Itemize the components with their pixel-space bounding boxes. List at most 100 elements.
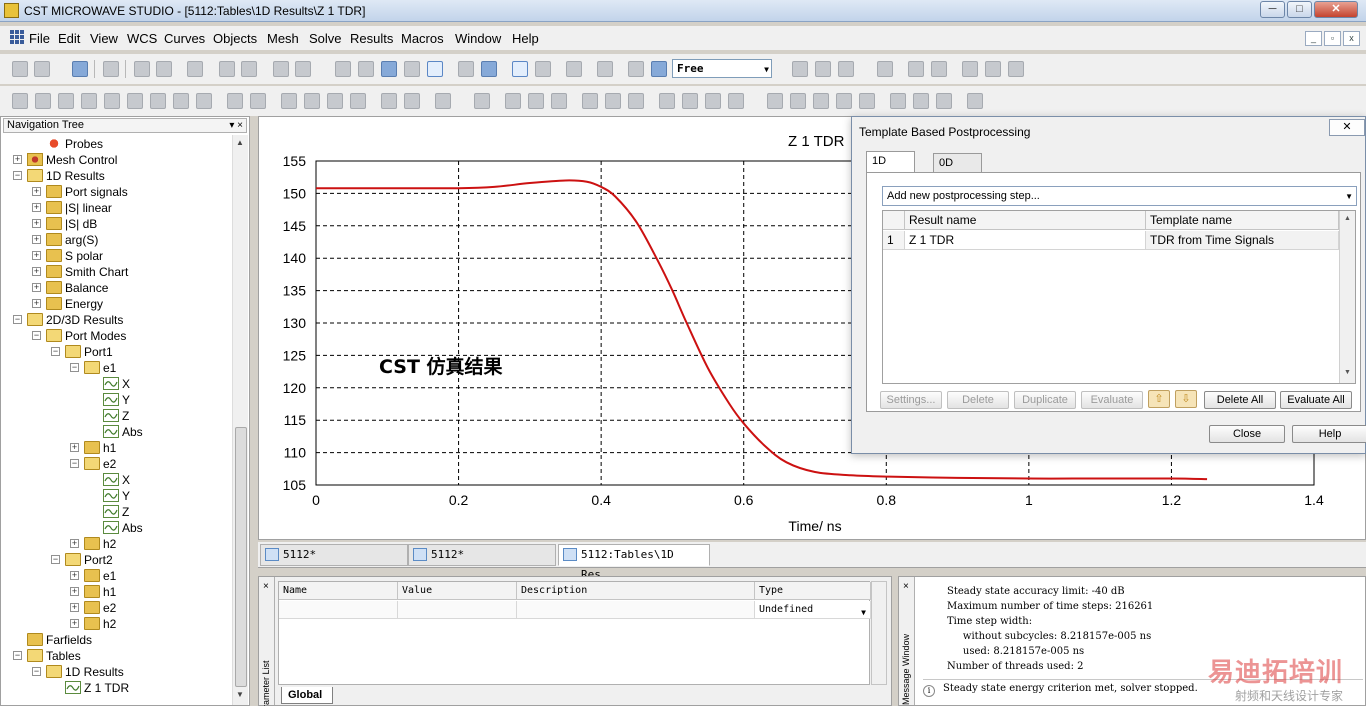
grid-scrollbar[interactable]: ▲ ▼ <box>1339 211 1355 383</box>
solver-icon[interactable] <box>659 93 675 109</box>
boolean-subtract-icon[interactable] <box>815 61 831 77</box>
scroll-up-icon[interactable]: ▲ <box>236 138 244 147</box>
param-type-cell[interactable]: Undefined ▼ <box>755 601 871 619</box>
scroll-down-icon[interactable]: ▼ <box>236 690 244 699</box>
expand-icon[interactable]: + <box>70 603 79 612</box>
confirm-icon[interactable] <box>241 61 257 77</box>
expand-icon[interactable]: + <box>32 187 41 196</box>
column-description[interactable]: Description <box>517 582 755 600</box>
mdi-minimize-button[interactable]: _ <box>1305 31 1322 46</box>
port-icon[interactable] <box>474 93 490 109</box>
background-icon[interactable] <box>551 93 567 109</box>
solver-frequency-icon[interactable] <box>682 93 698 109</box>
tab-structure[interactable]: 5112* <box>260 544 408 566</box>
menu-macros[interactable]: Macros <box>401 31 444 46</box>
cylinder-icon[interactable] <box>58 93 74 109</box>
tab-1d-results[interactable]: 1D Results <box>866 151 915 185</box>
menu-objects[interactable]: Objects <box>213 31 257 46</box>
import-icon[interactable] <box>295 61 311 77</box>
column-type[interactable]: Type <box>755 582 871 600</box>
info-icon[interactable] <box>134 61 150 77</box>
brick-shape-icon[interactable] <box>12 93 28 109</box>
align-icon[interactable] <box>931 61 947 77</box>
insert-icon[interactable] <box>350 93 366 109</box>
field-monitor-icon[interactable] <box>628 93 644 109</box>
collapse-icon[interactable]: − <box>51 555 60 564</box>
mdi-close-button[interactable]: x <box>1343 31 1360 46</box>
pan-icon[interactable] <box>381 61 397 77</box>
properties-icon[interactable] <box>187 61 203 77</box>
print-icon[interactable] <box>103 61 119 77</box>
discrete-port-icon[interactable] <box>582 93 598 109</box>
view-shape-icon[interactable] <box>335 61 351 77</box>
bond-wire-icon[interactable] <box>227 93 243 109</box>
maximize-button[interactable]: □ <box>1287 1 1312 18</box>
delete-all-button[interactable]: Delete All <box>1204 391 1276 409</box>
elliptic-cylinder-icon[interactable] <box>127 93 143 109</box>
navigation-scrollbar[interactable]: ▲ ▼ <box>232 135 248 705</box>
move-up-button[interactable]: ⇧ <box>1148 390 1170 408</box>
cube-icon[interactable] <box>566 61 582 77</box>
param-description-cell[interactable] <box>517 601 755 619</box>
extrude-shape-icon[interactable] <box>150 93 166 109</box>
symmetry-icon[interactable] <box>528 93 544 109</box>
expand-icon[interactable]: + <box>32 219 41 228</box>
close-icon[interactable]: × <box>903 581 909 592</box>
collapse-icon[interactable]: − <box>13 315 22 324</box>
boolean-intersect-icon[interactable] <box>838 61 854 77</box>
zoom-icon[interactable] <box>404 61 420 77</box>
expand-icon[interactable]: + <box>70 619 79 628</box>
collapse-icon[interactable]: − <box>32 667 41 676</box>
collapse-icon[interactable]: − <box>70 459 79 468</box>
expand-icon[interactable]: + <box>13 155 22 164</box>
collapse-icon[interactable]: − <box>13 651 22 660</box>
evaluate-all-button[interactable]: Evaluate All <box>1280 391 1352 409</box>
expand-icon[interactable]: + <box>70 571 79 580</box>
expand-icon[interactable]: + <box>32 251 41 260</box>
solver-integral-icon[interactable] <box>728 93 744 109</box>
grid-toggle-icon[interactable] <box>535 61 551 77</box>
menu-view[interactable]: View <box>90 31 118 46</box>
cone-icon[interactable] <box>81 93 97 109</box>
help-button[interactable]: Help <box>1292 425 1366 443</box>
line-icon[interactable] <box>767 93 783 109</box>
expand-icon[interactable]: + <box>32 283 41 292</box>
new-file-icon[interactable] <box>12 61 28 77</box>
scroll-up-icon[interactable]: ▲ <box>1344 215 1351 222</box>
intersect-icon[interactable] <box>327 93 343 109</box>
minimize-button[interactable]: ─ <box>1260 1 1285 18</box>
scroll-thumb[interactable] <box>235 427 247 687</box>
solver-eigenmode-icon[interactable] <box>705 93 721 109</box>
tab-schematic[interactable]: 5112* <box>408 544 556 566</box>
navigation-header-buttons[interactable]: ▾ × <box>229 119 243 132</box>
collapse-icon[interactable]: − <box>32 331 41 340</box>
menu-wcs[interactable]: WCS <box>127 31 157 46</box>
menu-edit[interactable]: Edit <box>58 31 80 46</box>
arc-icon[interactable] <box>859 93 875 109</box>
pick-point-icon[interactable] <box>967 93 983 109</box>
reset-view-icon[interactable] <box>458 61 474 77</box>
settings-button[interactable]: Settings... <box>880 391 942 409</box>
menu-mesh[interactable]: Mesh <box>267 31 299 46</box>
edit-curve-icon[interactable] <box>877 61 893 77</box>
dialog-close-button[interactable]: ✕ <box>1329 119 1365 136</box>
mode-select[interactable]: Free ▼ <box>672 59 772 78</box>
expand-icon[interactable]: + <box>32 203 41 212</box>
menu-window[interactable]: Window <box>455 31 501 46</box>
collapse-icon[interactable]: − <box>70 363 79 372</box>
param-name-cell[interactable] <box>279 601 398 619</box>
column-name[interactable]: Name <box>279 582 398 600</box>
shell-icon[interactable] <box>250 93 266 109</box>
expand-icon[interactable]: + <box>70 539 79 548</box>
template-name-cell[interactable]: TDR from Time Signals <box>1146 231 1339 250</box>
rotate-face-icon[interactable] <box>985 61 1001 77</box>
ellipse-icon[interactable] <box>836 93 852 109</box>
cancel-icon[interactable] <box>219 61 235 77</box>
column-result-name[interactable]: Result name <box>905 211 1146 230</box>
material-icon[interactable] <box>651 61 667 77</box>
camera-icon[interactable] <box>481 61 497 77</box>
transform-icon[interactable] <box>273 61 289 77</box>
expand-icon[interactable]: + <box>32 267 41 276</box>
transform-local-icon[interactable] <box>908 61 924 77</box>
mdi-restore-button[interactable]: ▫ <box>1324 31 1341 46</box>
